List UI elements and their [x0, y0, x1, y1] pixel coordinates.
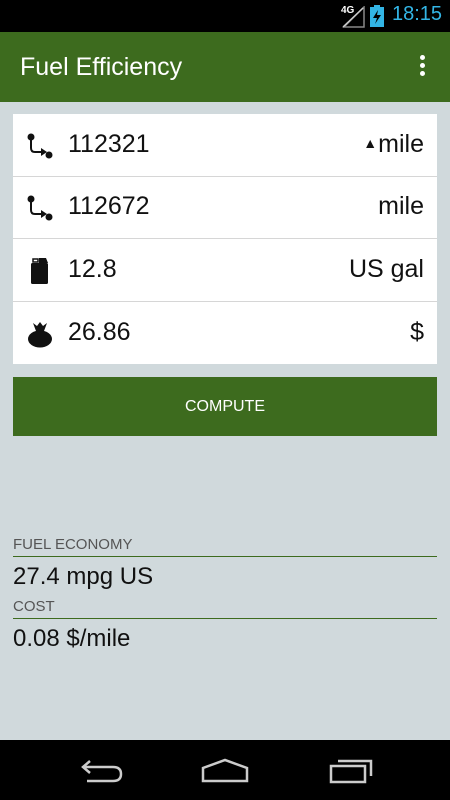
- input-card: 112321 ▲mile 112672 mile 12.8 US gal 26.…: [13, 114, 437, 364]
- odometer-start-unit[interactable]: ▲mile: [363, 130, 424, 159]
- fuel-cost-unit[interactable]: $: [410, 318, 424, 347]
- unit-label: mile: [378, 130, 424, 158]
- result-value: 27.4 mpg US: [13, 563, 154, 590]
- clock: 18:15: [392, 3, 443, 25]
- app-title: Fuel Efficiency: [20, 53, 183, 81]
- fuel-volume-row[interactable]: 12.8 US gal: [13, 239, 437, 301]
- overflow-menu-icon[interactable]: [412, 52, 432, 82]
- fuel-volume-unit[interactable]: US gal: [349, 255, 424, 284]
- money-bag-icon: [28, 322, 52, 348]
- action-bar: Fuel Efficiency: [0, 32, 450, 102]
- unit-marker: ▲: [363, 135, 378, 151]
- odometer-end-row[interactable]: 112672 mile: [13, 176, 437, 238]
- navigation-bar: [0, 740, 450, 800]
- odometer-end-unit[interactable]: mile: [378, 192, 424, 221]
- compute-button[interactable]: COMPUTE: [13, 377, 437, 436]
- result-divider: [13, 618, 437, 619]
- odometer-start-input[interactable]: 112321: [68, 130, 150, 159]
- odometer-start-row[interactable]: 112321 ▲mile: [13, 114, 437, 176]
- battery-charging-icon: [370, 5, 384, 27]
- odometer-start-icon: [27, 133, 53, 159]
- fuel-volume-input[interactable]: 12.8: [68, 255, 117, 284]
- status-bar: 4G 18:15: [0, 0, 450, 32]
- fuel-cost-input[interactable]: 26.86: [68, 318, 131, 347]
- odometer-end-icon: [27, 195, 53, 221]
- fuel-cost-row[interactable]: 26.86 $: [13, 302, 437, 364]
- result-divider: [13, 556, 437, 557]
- result-value: 0.08 $/mile: [13, 625, 131, 652]
- network-type: 4G: [341, 5, 355, 16]
- odometer-end-input[interactable]: 112672: [68, 192, 150, 221]
- result-label: FUEL ECONOMY: [13, 536, 133, 553]
- fuel-can-icon: [31, 258, 48, 284]
- home-icon[interactable]: [198, 754, 252, 788]
- recent-apps-icon[interactable]: [325, 754, 379, 788]
- result-label: COST: [13, 598, 55, 615]
- cost-result: COST 0.08 $/mile: [13, 598, 437, 653]
- back-icon[interactable]: [73, 754, 127, 788]
- fuel-economy-result: FUEL ECONOMY 27.4 mpg US: [13, 536, 437, 591]
